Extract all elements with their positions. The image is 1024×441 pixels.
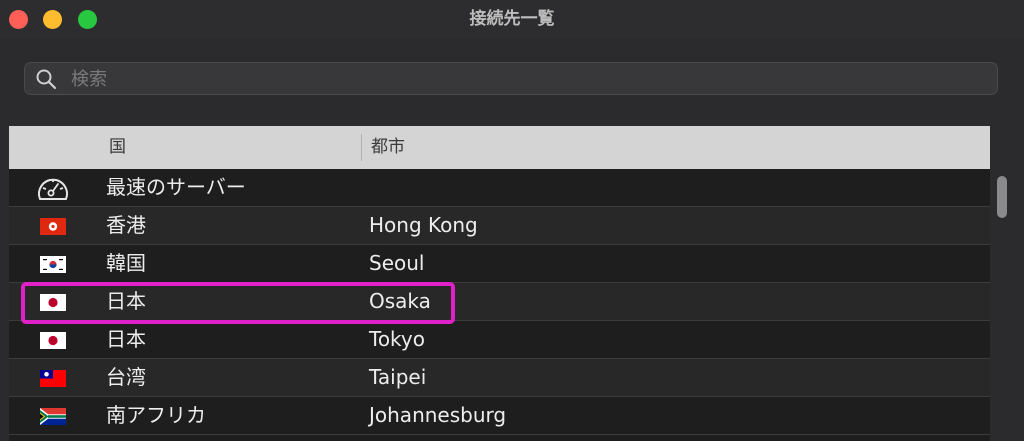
window-title: 接続先一覧 (469, 9, 555, 29)
flag-south-africa-icon (40, 408, 66, 425)
column-header-city[interactable]: 都市 (371, 126, 405, 169)
flag-japan-icon (40, 332, 66, 349)
country-cell: 南アフリカ (106, 403, 206, 427)
title-bar: 接続先一覧 (0, 0, 1024, 38)
table-row[interactable]: 最速のサーバー (9, 169, 990, 207)
search-input[interactable] (69, 63, 973, 96)
table-header: 国 都市 (9, 126, 990, 169)
column-header-country[interactable]: 国 (109, 126, 126, 169)
country-cell: 最速のサーバー (106, 175, 246, 199)
flag-hong-kong-icon (40, 218, 66, 235)
city-cell: Tokyo (369, 327, 425, 351)
country-cell: 台湾 (106, 365, 146, 389)
table-row[interactable]: 日本 Tokyo (9, 321, 990, 359)
table-row[interactable]: 韓国 Seoul (9, 245, 990, 283)
table-row[interactable]: 台湾 Taipei (9, 359, 990, 397)
selection-highlight (21, 282, 455, 324)
country-cell: 日本 (106, 327, 146, 351)
search-field[interactable] (24, 62, 998, 96)
city-cell: Hong Kong (369, 213, 478, 237)
country-cell: 韓国 (106, 251, 146, 275)
column-divider[interactable] (361, 134, 362, 161)
table-row[interactable]: 香港 Hong Kong (9, 207, 990, 245)
scrollbar-track[interactable] (990, 126, 1024, 441)
city-cell: Taipei (369, 365, 427, 389)
table-row[interactable]: 南アフリカ Johannesburg (9, 397, 990, 435)
city-cell: Johannesburg (369, 403, 507, 427)
search-icon (36, 69, 57, 90)
scrollbar-thumb[interactable] (997, 176, 1007, 218)
speedometer-icon (38, 178, 68, 200)
flag-taiwan-icon (40, 370, 66, 387)
flag-south-korea-icon (40, 256, 66, 273)
country-cell: 香港 (106, 213, 146, 237)
city-cell: Seoul (369, 251, 425, 275)
